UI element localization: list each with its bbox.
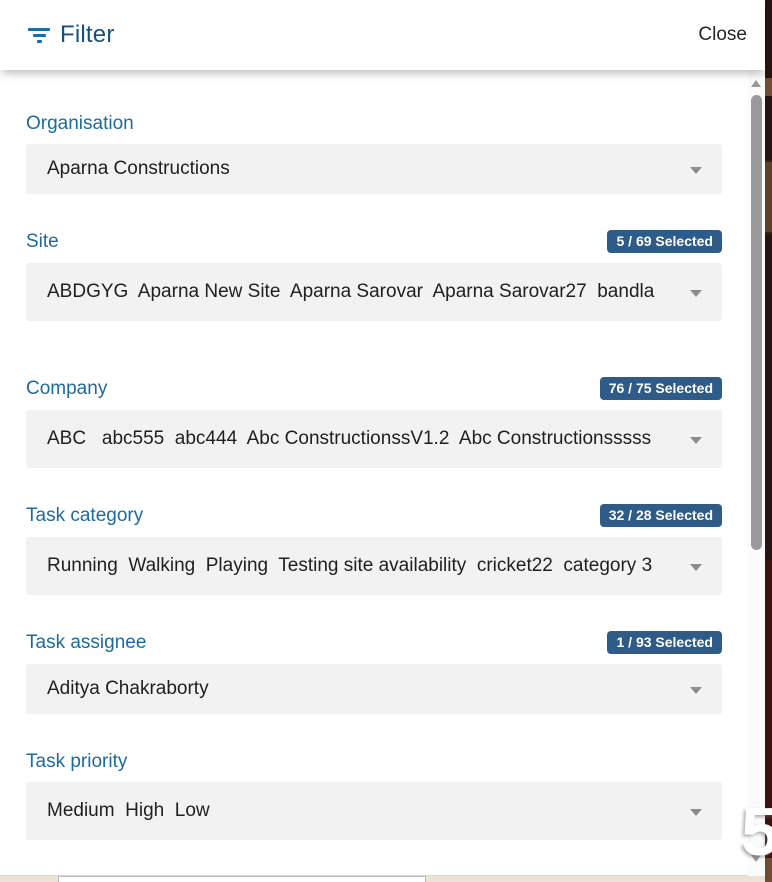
background-page-panel <box>58 876 426 882</box>
section-task-category: Task category 32 / 28 Selected Running W… <box>26 504 722 595</box>
filter-body: Organisation Aparna Constructions Site 5… <box>0 70 765 876</box>
task-category-label: Task category <box>26 505 143 526</box>
page-title: Filter <box>60 21 115 49</box>
site-selected-badge: 5 / 69 Selected <box>607 230 722 253</box>
task-priority-dropdown[interactable]: Medium High Low <box>26 782 722 840</box>
background-page-digit: 5 <box>741 798 772 866</box>
chevron-down-icon <box>690 437 702 444</box>
section-site: Site 5 / 69 Selected ABDGYG Aparna New S… <box>26 230 722 321</box>
scroll-up-arrow-icon[interactable] <box>751 80 761 87</box>
task-category-selected-badge: 32 / 28 Selected <box>600 504 722 527</box>
organisation-dropdown[interactable]: Aparna Constructions <box>26 144 722 194</box>
chevron-down-icon <box>690 809 702 816</box>
chevron-down-icon <box>690 687 702 694</box>
scrollbar-thumb[interactable] <box>751 95 762 550</box>
vertical-scrollbar[interactable] <box>748 70 765 876</box>
chevron-down-icon <box>690 167 702 174</box>
company-label: Company <box>26 378 107 399</box>
section-organisation: Organisation Aparna Constructions <box>26 112 722 194</box>
background-strip-segment <box>765 78 772 96</box>
site-label: Site <box>26 231 59 252</box>
background-page-bottom <box>0 876 765 882</box>
filter-title-group: Filter <box>28 21 115 49</box>
task-assignee-value: Aditya Chakraborty <box>47 678 688 700</box>
task-category-dropdown[interactable]: Running Walking Playing Testing site ava… <box>26 537 722 595</box>
filter-modal-screen: 5 Filter Close Organisation Aparna Const… <box>0 0 772 882</box>
company-selected-badge: 76 / 75 Selected <box>600 377 722 400</box>
chevron-down-icon <box>690 564 702 571</box>
task-assignee-label: Task assignee <box>26 632 146 653</box>
section-task-assignee: Task assignee 1 / 93 Selected Aditya Cha… <box>26 631 722 714</box>
company-dropdown[interactable]: ABC abc555 abc444 Abc ConstructionssV1.2… <box>26 410 722 468</box>
task-category-values: Running Walking Playing Testing site ava… <box>47 555 688 577</box>
background-page-strip <box>765 0 772 882</box>
organisation-value: Aparna Constructions <box>47 158 688 180</box>
company-values: ABC abc555 abc444 Abc ConstructionssV1.2… <box>47 428 688 450</box>
chevron-down-icon <box>690 290 702 297</box>
task-assignee-selected-badge: 1 / 93 Selected <box>607 631 722 654</box>
section-task-priority: Task priority Medium High Low <box>26 750 722 840</box>
background-strip-segment <box>765 160 772 234</box>
close-button[interactable]: Close <box>698 24 747 46</box>
task-priority-values: Medium High Low <box>47 800 688 822</box>
section-company: Company 76 / 75 Selected ABC abc555 abc4… <box>26 377 722 468</box>
task-priority-label: Task priority <box>26 751 127 772</box>
organisation-label: Organisation <box>26 113 134 134</box>
task-assignee-dropdown[interactable]: Aditya Chakraborty <box>26 664 722 714</box>
filter-funnel-icon <box>28 28 50 43</box>
site-values: ABDGYG Aparna New Site Aparna Sarovar Ap… <box>47 281 688 303</box>
filter-header: Filter Close <box>0 0 765 70</box>
site-dropdown[interactable]: ABDGYG Aparna New Site Aparna Sarovar Ap… <box>26 263 722 321</box>
